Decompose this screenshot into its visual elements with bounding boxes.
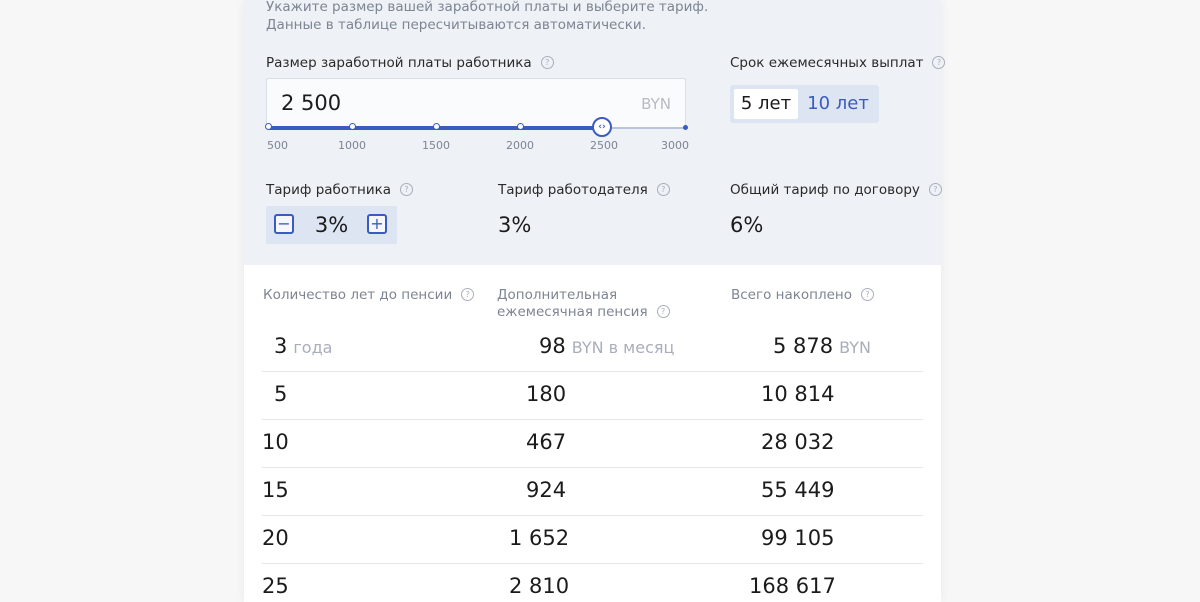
table-row: 25 2 810 168 617 [262,563,923,601]
term-toggle: 5 лет 10 лет [730,85,879,123]
decrease-rate-button[interactable]: − [274,214,294,234]
employer-rate-label: Тариф работодателя? [498,182,670,198]
salary-input[interactable]: 2 500 BYN [266,78,686,128]
pension-cell: 924 [526,478,567,502]
help-icon[interactable]: ? [656,304,670,318]
col-header-pension: Дополнительная ежемесячная пенсия? [497,287,697,321]
employer-rate-value: 3% [498,213,532,237]
table-row: 3 года 98 BYN в месяц 5 878 BYN [262,323,923,372]
settings-panel: Укажите размер вашей заработной платы и … [244,0,946,265]
increase-rate-button[interactable]: + [367,214,387,234]
slider-tick-dot[interactable] [433,123,440,130]
total-unit: BYN [839,338,871,357]
help-icon[interactable]: ? [540,55,554,69]
term-label: Срок ежемесячных выплат? [730,55,946,71]
col-header-years-text: Количество лет до пенсии [263,287,453,303]
help-icon[interactable]: ? [461,287,475,301]
help-icon[interactable]: ? [400,182,414,196]
col-header-years: Количество лет до пенсии? [263,287,475,304]
employee-rate-label-text: Тариф работника [266,182,392,198]
total-cell: 28 032 [761,430,835,454]
calculator-card: Укажите размер вашей заработной платы и … [244,0,946,602]
col-header-total: Всего накоплено? [731,287,874,304]
total-cell: 168 617 [749,574,836,598]
intro-line-1: Укажите размер вашей заработной платы и … [266,0,709,15]
help-icon[interactable]: ? [861,287,874,301]
slider-tick-dot[interactable] [517,123,524,130]
salary-label: Размер заработной платы работника? [266,55,554,71]
slider-tick-label: 500 [267,139,288,152]
pension-cell: 98 BYN в месяц [539,334,674,358]
slider-tick-label: 3000 [661,139,689,152]
pension-unit: BYN в месяц [571,338,675,357]
employee-rate-label: Тариф работника? [266,182,414,198]
table-row: 15 924 55 449 [262,467,923,516]
total-rate-label-text: Общий тариф по договору [730,182,920,198]
pension-value: 98 [539,334,566,358]
intro-text: Укажите размер вашей заработной платы и … [266,0,708,34]
table-row: 20 1 652 99 105 [262,515,923,564]
pension-cell: 1 652 [509,526,570,550]
slider-tick-dot[interactable] [683,125,688,130]
pension-cell: 180 [526,382,567,406]
total-cell: 10 814 [761,382,835,406]
years-cell: 3 года [274,334,332,358]
employee-rate-stepper: 3% − + [266,206,397,244]
pension-cell: 467 [526,430,567,454]
salary-slider-handle[interactable]: ‹› [592,117,612,137]
help-icon[interactable]: ? [928,182,942,196]
total-cell: 5 878 BYN [773,334,871,358]
years-value: 3 [274,334,288,358]
help-icon[interactable]: ? [656,182,670,196]
employer-rate-label-text: Тариф работодателя [498,182,648,198]
table-row: 5 180 10 814 [262,371,923,420]
col-header-pension-text: Дополнительная ежемесячная пенсия [497,287,648,320]
slider-tick-label: 2000 [506,139,534,152]
years-cell: 5 [274,382,288,406]
term-option-5-years[interactable]: 5 лет [734,89,798,119]
help-icon[interactable]: ? [932,55,946,69]
salary-slider-track[interactable] [268,126,686,130]
intro-line-2: Данные в таблице пересчитываются автомат… [266,17,646,33]
pension-cell: 2 810 [509,574,570,598]
term-label-text: Срок ежемесячных выплат [730,55,924,71]
total-value: 5 878 [773,334,834,358]
slider-tick-label: 1500 [422,139,450,152]
salary-label-text: Размер заработной платы работника [266,55,532,71]
table-row: 10 467 28 032 [262,419,923,468]
salary-unit: BYN [641,95,671,113]
salary-value[interactable]: 2 500 [281,91,341,115]
slider-tick-label: 2500 [590,139,618,152]
salary-slider-rest [602,127,686,129]
years-cell: 10 [262,430,289,454]
years-unit: года [293,338,333,357]
total-cell: 55 449 [761,478,835,502]
total-rate-label: Общий тариф по договору? [730,182,942,198]
years-cell: 20 [262,526,289,550]
total-cell: 99 105 [761,526,835,550]
slider-tick-dot[interactable] [349,123,356,130]
total-rate-value: 6% [730,213,764,237]
years-cell: 15 [262,478,289,502]
slider-tick-dot[interactable] [265,123,272,130]
col-header-total-text: Всего накоплено [731,287,852,303]
years-cell: 25 [262,574,289,598]
slider-tick-label: 1000 [338,139,366,152]
term-option-10-years[interactable]: 10 лет [802,89,874,119]
